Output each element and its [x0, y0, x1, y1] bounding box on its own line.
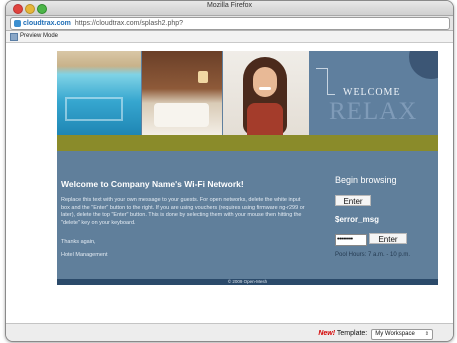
title-bar: Mozilla Firefox [6, 1, 453, 16]
address-host: cloudtrax.com [23, 20, 71, 27]
site-favicon-icon [14, 20, 21, 27]
page-footer: © 2009 Open-Mesh [57, 279, 438, 285]
signature-text: Hotel Management [61, 252, 108, 258]
new-badge: New! [318, 330, 336, 337]
voucher-enter-button[interactable]: Enter [369, 233, 407, 244]
preview-mode-icon [10, 33, 18, 41]
status-bar: New! Template: My Workspace ⇕ [6, 323, 453, 341]
pool-photo [57, 51, 141, 135]
olive-divider [57, 135, 438, 151]
preview-toolbar: Preview Mode [6, 31, 453, 43]
select-arrows-icon: ⇕ [424, 331, 429, 337]
browser-window: Mozilla Firefox cloudtrax.com https://clo… [5, 0, 454, 342]
pool-hours-text: Pool Hours: 7 a.m. - 10 p.m. [335, 252, 411, 258]
welcome-title: Welcome to Company Name's Wi-Fi Network! [61, 179, 244, 189]
login-panel: Begin browsing Enter $error_msg ••••••••… [335, 151, 438, 279]
address-bar[interactable]: cloudtrax.com https://cloudtrax.com/splas… [10, 17, 450, 30]
error-message: $error_msg [335, 215, 380, 224]
preview-mode-label[interactable]: Preview Mode [20, 33, 58, 39]
template-select-value: My Workspace [375, 331, 415, 337]
template-select[interactable]: My Workspace ⇕ [371, 329, 433, 340]
hero-banner: WELCOME RELAX [57, 51, 438, 135]
template-label: Template: [336, 330, 368, 337]
bedroom-photo [142, 51, 222, 135]
woman-photo [223, 51, 309, 135]
welcome-body: Replace this text with your own message … [61, 197, 305, 226]
enter-button[interactable]: Enter [335, 195, 371, 206]
welcome-panel: Welcome to Company Name's Wi-Fi Network!… [57, 151, 438, 279]
address-url: https://cloudtrax.com/splash2.php? [74, 20, 184, 27]
navigation-bar: cloudtrax.com https://cloudtrax.com/splas… [6, 16, 453, 31]
decorative-circle [409, 51, 438, 79]
thanks-text: Thanks again, [61, 239, 96, 245]
relax-heading: RELAX [329, 98, 418, 125]
splash-page: WELCOME RELAX Welcome to Company Name's … [57, 51, 438, 285]
welcome-heading: WELCOME [343, 87, 401, 98]
begin-browsing-heading: Begin browsing [335, 175, 397, 185]
page-content: WELCOME RELAX Welcome to Company Name's … [6, 43, 453, 323]
window-title: Mozilla Firefox [206, 2, 253, 9]
voucher-input[interactable]: •••••••• [335, 234, 367, 246]
